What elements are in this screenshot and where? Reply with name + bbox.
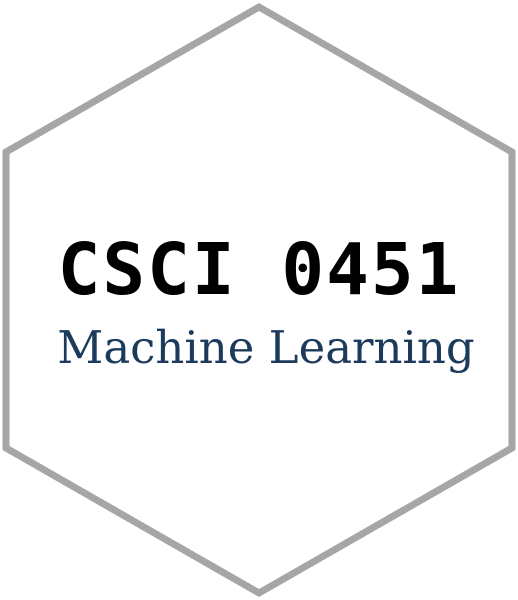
course-title: Machine Learning	[57, 321, 475, 374]
course-code: CSCI 0451	[57, 228, 461, 311]
course-hex-logo: CSCI 0451 Machine Learning	[0, 0, 518, 600]
